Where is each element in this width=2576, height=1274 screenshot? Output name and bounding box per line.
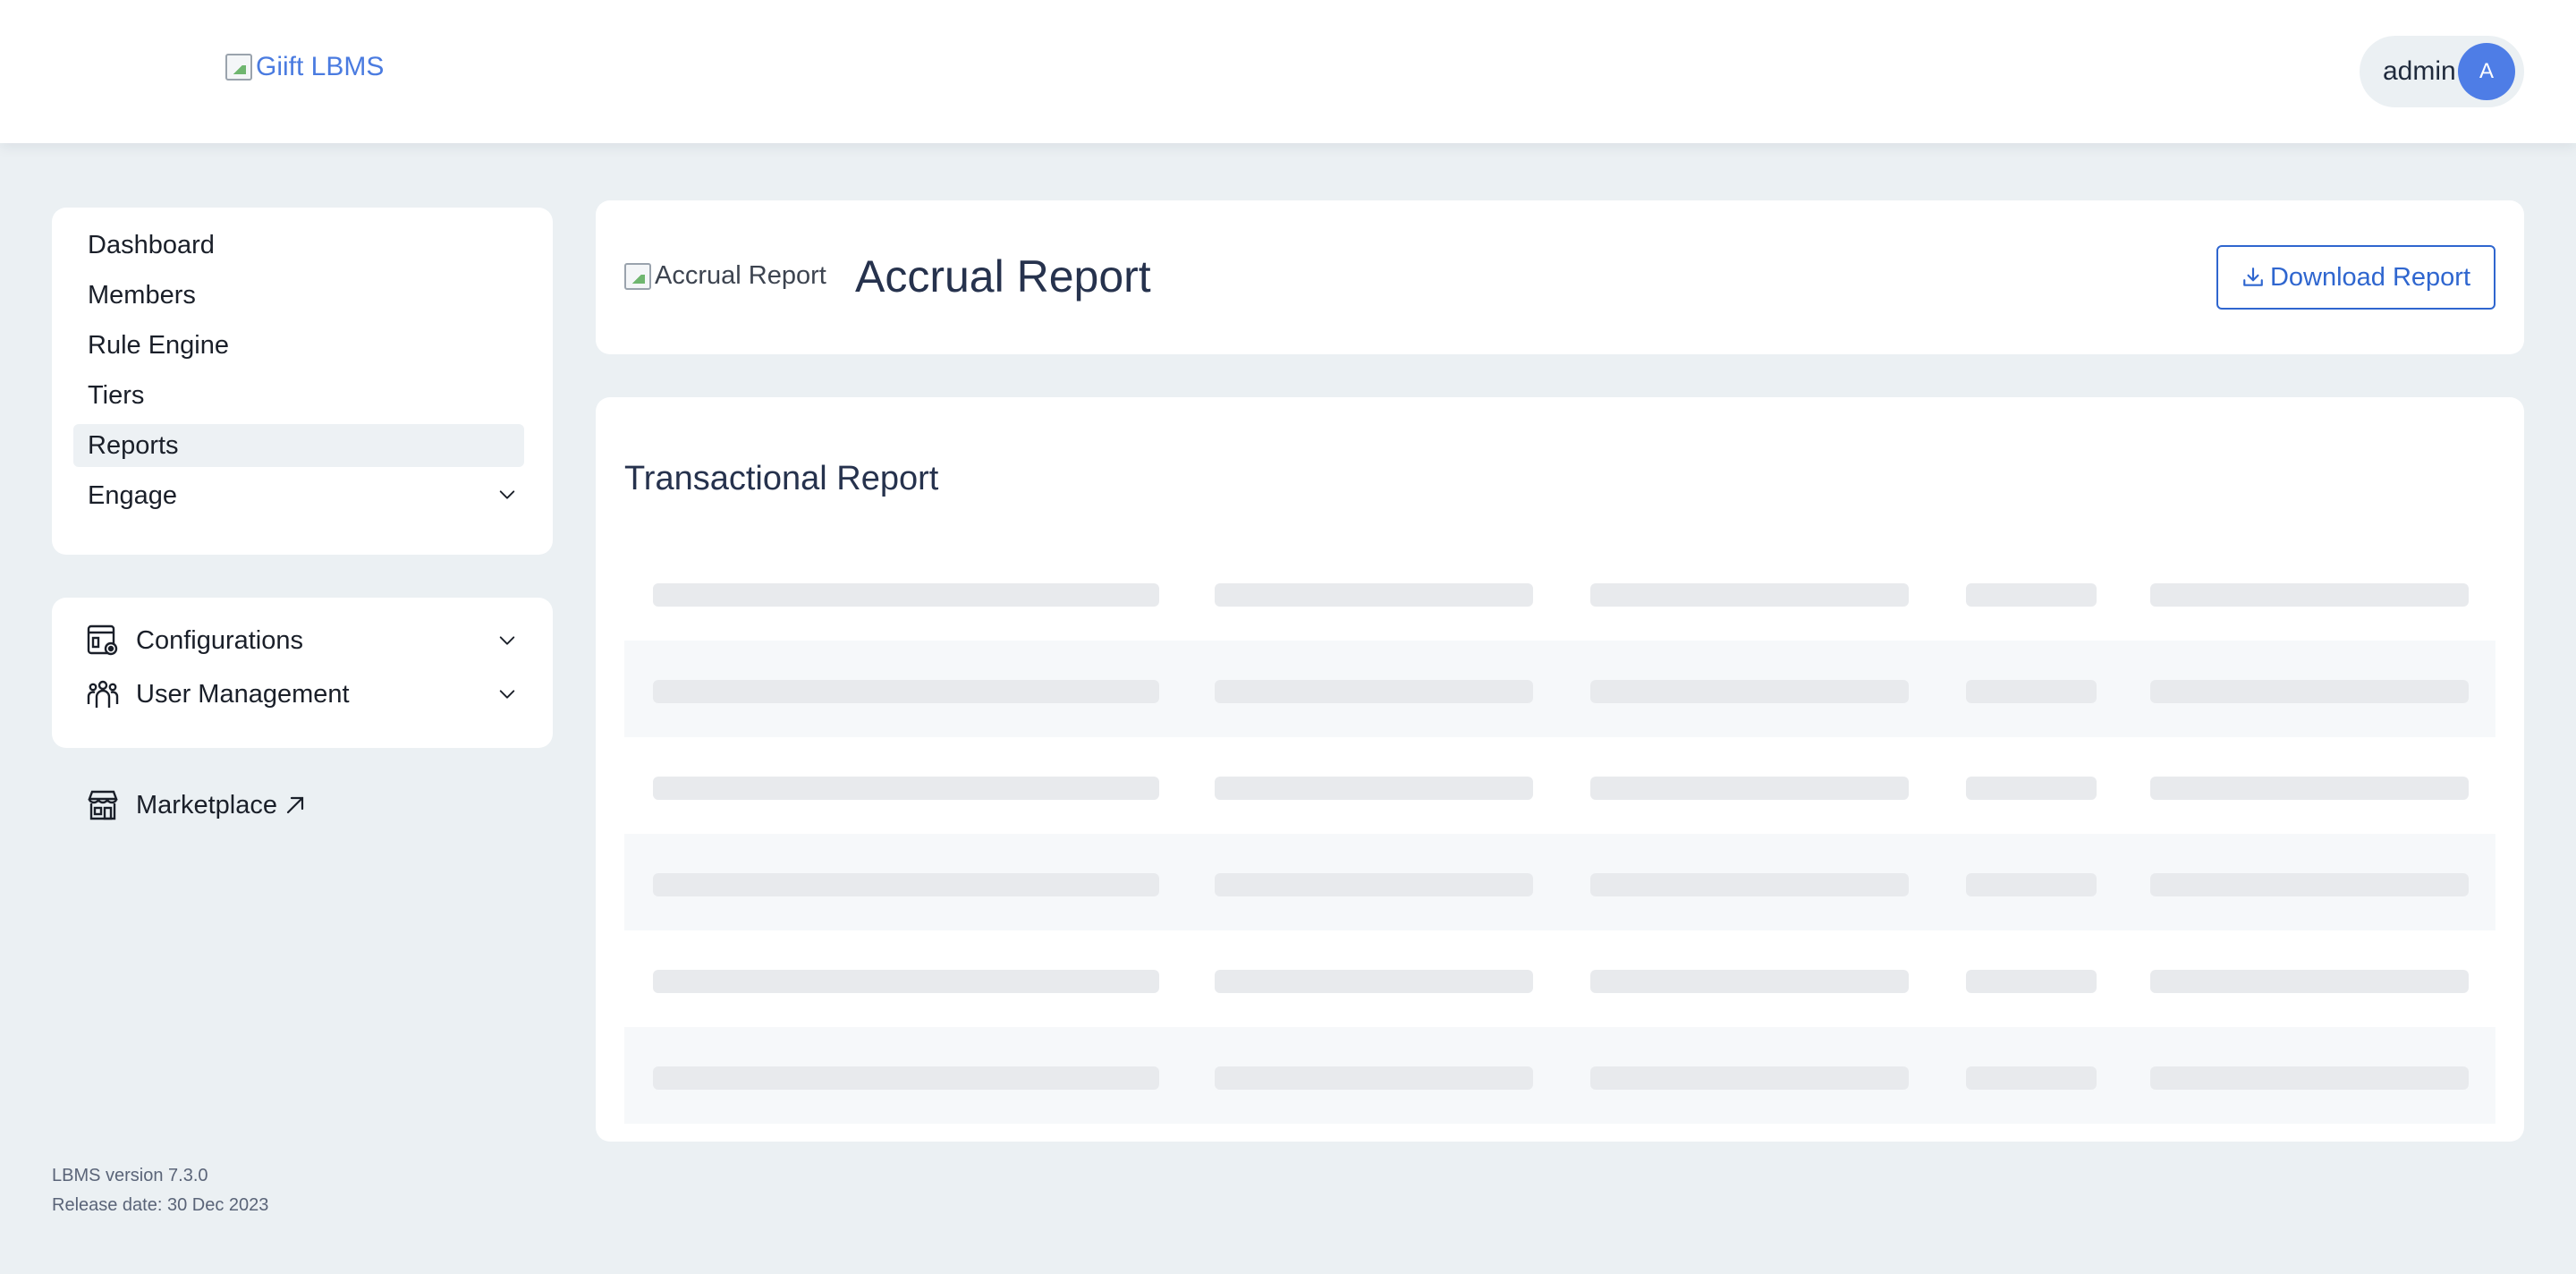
sidebar-item-configurations[interactable]: Configurations xyxy=(86,617,524,664)
skeleton-cell xyxy=(1215,1066,1533,1090)
sidebar-item-reports[interactable]: Reports xyxy=(73,424,524,467)
skeleton-cell xyxy=(2150,970,2469,993)
skeleton-cell xyxy=(1966,680,2097,703)
skeleton-cell xyxy=(1590,873,1909,896)
user-menu[interactable]: admin A xyxy=(2360,36,2524,107)
skeleton-cell xyxy=(2150,873,2469,896)
app-logo[interactable]: Giift LBMS xyxy=(225,52,384,82)
version-info: LBMS version 7.3.0 Release date: 30 Dec … xyxy=(52,1161,268,1220)
skeleton-cell xyxy=(1966,1066,2097,1090)
skeleton-cell xyxy=(1215,873,1533,896)
sidebar-item-label: Rule Engine xyxy=(88,330,229,360)
marketplace-label: Marketplace xyxy=(136,790,277,820)
broken-image-icon xyxy=(624,262,651,290)
skeleton-cell xyxy=(1590,777,1909,800)
skeleton-cell xyxy=(1966,583,2097,607)
table-row xyxy=(624,737,2496,834)
configurations-icon xyxy=(87,624,118,656)
user-name: admin xyxy=(2383,56,2456,86)
skeleton-cell xyxy=(1590,1066,1909,1090)
table-row xyxy=(624,1027,2496,1124)
table-row xyxy=(624,930,2496,1027)
sidebar-item-tiers[interactable]: Tiers xyxy=(73,374,524,417)
skeleton-cell xyxy=(653,873,1159,896)
page-title: Accrual Report xyxy=(855,251,1151,302)
logo-alt-text: Giift LBMS xyxy=(256,52,385,81)
sidebar-item-label: Configurations xyxy=(136,625,303,655)
skeleton-cell xyxy=(1215,680,1533,703)
sidebar-item-label: Dashboard xyxy=(88,230,215,259)
release-date-text: Release date: 30 Dec 2023 xyxy=(52,1195,269,1215)
download-label: Download Report xyxy=(2269,262,2471,292)
sidebar-nav: Dashboard Members Rule Engine Tiers Repo… xyxy=(52,208,553,555)
sidebar-item-label: User Management xyxy=(136,679,350,709)
report-panel: Transactional Report xyxy=(596,397,2524,1142)
sidebar-item-user-management[interactable]: User Management xyxy=(86,671,524,718)
report-image: Accrual Report xyxy=(624,261,826,291)
skeleton-cell xyxy=(653,583,1159,607)
chevron-down-icon xyxy=(499,636,515,645)
marketplace-link[interactable]: Marketplace xyxy=(86,786,306,825)
skeleton-cell xyxy=(2150,1066,2469,1090)
skeleton-cell xyxy=(1966,970,2097,993)
skeleton-cell xyxy=(2150,583,2469,607)
sidebar-item-rule-engine[interactable]: Rule Engine xyxy=(73,324,524,367)
skeleton-cell xyxy=(1590,970,1909,993)
skeleton-cell xyxy=(1590,680,1909,703)
sidebar-item-engage[interactable]: Engage xyxy=(73,474,524,517)
sidebar-item-label: Reports xyxy=(88,430,179,460)
skeleton-cell xyxy=(653,970,1159,993)
top-bar: Giift LBMS admin A xyxy=(0,0,2576,143)
report-table-loading xyxy=(624,544,2496,1124)
skeleton-cell xyxy=(653,680,1159,703)
sidebar-item-members[interactable]: Members xyxy=(73,274,524,317)
version-text: LBMS version 7.3.0 xyxy=(52,1166,208,1185)
sidebar-item-label: Tiers xyxy=(88,380,145,410)
chevron-down-icon xyxy=(499,690,515,699)
skeleton-cell xyxy=(1590,583,1909,607)
skeleton-cell xyxy=(653,1066,1159,1090)
broken-image-icon xyxy=(225,54,252,81)
skeleton-cell xyxy=(1966,873,2097,896)
report-image-alt: Accrual Report xyxy=(655,261,826,290)
skeleton-cell xyxy=(653,777,1159,800)
table-row xyxy=(624,834,2496,930)
avatar[interactable]: A xyxy=(2458,43,2515,100)
download-icon xyxy=(2243,268,2263,286)
skeleton-cell xyxy=(1215,583,1533,607)
skeleton-cell xyxy=(1215,777,1533,800)
download-report-button[interactable]: Download Report xyxy=(2216,245,2496,310)
sidebar-item-label: Engage xyxy=(88,480,177,510)
skeleton-cell xyxy=(1966,777,2097,800)
section-title: Transactional Report xyxy=(624,460,939,497)
marketplace-icon xyxy=(88,790,118,820)
sidebar-settings: Configurations User Management xyxy=(52,598,553,748)
chevron-down-icon xyxy=(499,490,515,499)
table-row xyxy=(624,544,2496,641)
skeleton-cell xyxy=(1215,970,1533,993)
skeleton-cell xyxy=(2150,680,2469,703)
sidebar-item-label: Members xyxy=(88,280,196,310)
user-management-icon xyxy=(87,680,119,708)
page-header: Accrual Report Accrual Report Download R… xyxy=(596,200,2524,354)
external-link-icon xyxy=(286,796,304,814)
table-row xyxy=(624,641,2496,737)
skeleton-cell xyxy=(2150,777,2469,800)
sidebar-item-dashboard[interactable]: Dashboard xyxy=(73,224,524,267)
